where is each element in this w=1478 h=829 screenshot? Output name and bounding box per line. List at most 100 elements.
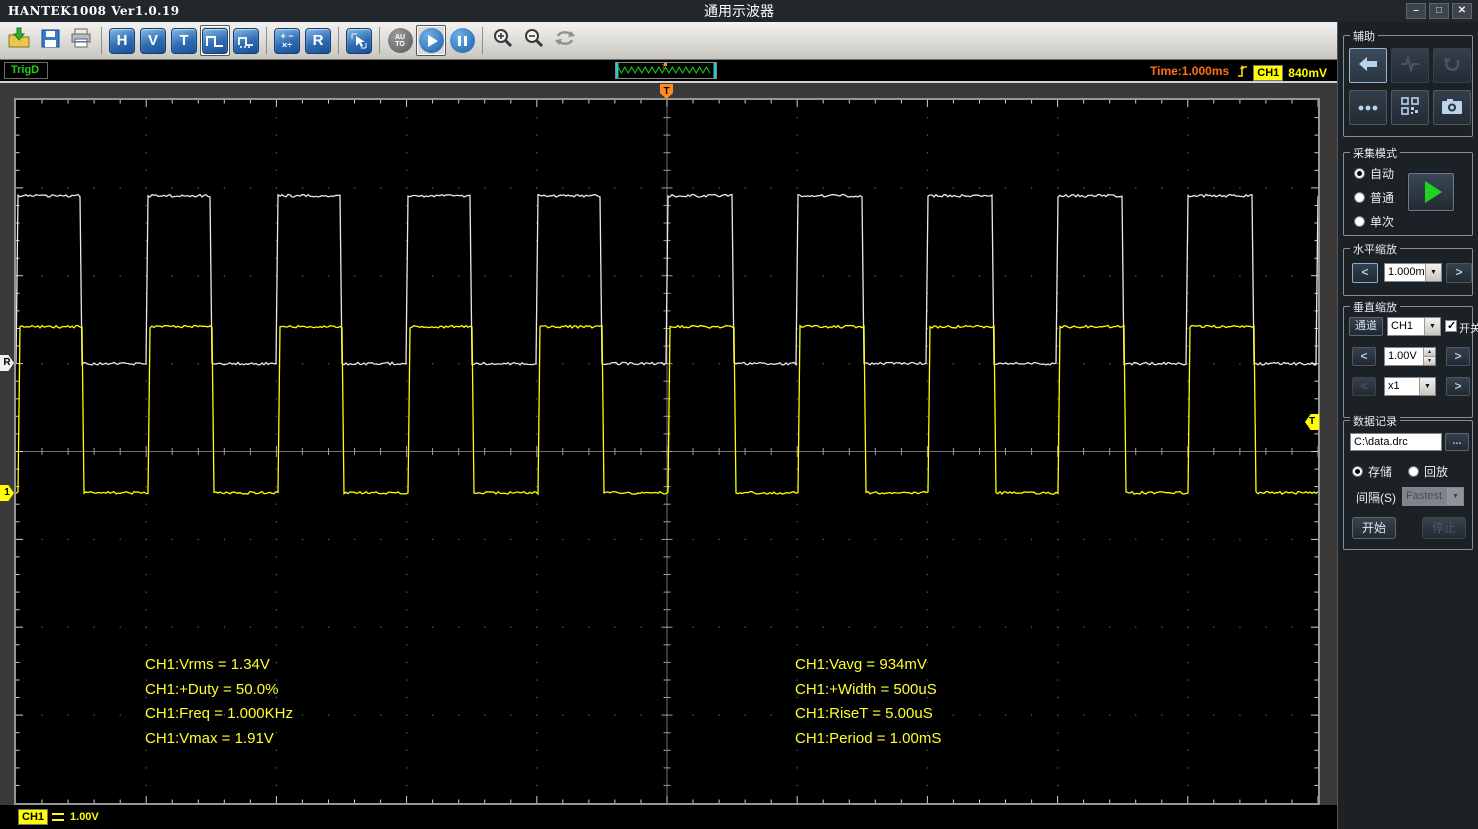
record-start-button[interactable]: 开始	[1352, 517, 1396, 539]
vmult-increase-button[interactable]: >	[1446, 377, 1470, 396]
pulse-view-button[interactable]	[1391, 48, 1429, 83]
data-record-label: 数据记录	[1350, 413, 1400, 429]
channel-select[interactable]: CH1 ▼	[1387, 317, 1441, 336]
reference-button[interactable]: R	[303, 25, 333, 56]
waveform-mode-button[interactable]	[200, 25, 230, 56]
horizontal-zoom-group: 水平缩放 < 1.000ms ▼ >	[1343, 241, 1473, 296]
qr-code-button[interactable]	[1391, 90, 1429, 125]
vscale-decrease-button[interactable]: <	[1352, 347, 1376, 366]
horizontal-settings-button[interactable]: H	[107, 25, 137, 56]
auto-setup-button[interactable]: AU TO	[385, 25, 415, 56]
trigger-time-marker[interactable]: T	[660, 84, 673, 99]
timebase-readout: Time:1.000ms	[1150, 64, 1230, 78]
open-file-button[interactable]	[4, 25, 34, 56]
measurement-vrms: CH1:Vrms = 1.34V	[145, 656, 270, 673]
maximize-button[interactable]: □	[1429, 3, 1449, 19]
vscale-increase-button[interactable]: >	[1446, 347, 1470, 366]
radio-single[interactable]: 单次	[1354, 213, 1394, 230]
store-label: 存储	[1368, 465, 1393, 479]
qr-code-icon	[1401, 97, 1419, 118]
interval-label: 间隔(S)	[1356, 491, 1396, 505]
open-folder-icon	[7, 27, 31, 54]
title-bar: HANTEK1008 Ver1.0.19 通用示波器 – □ ✕	[0, 0, 1478, 22]
probe-mult-value: x1	[1388, 380, 1400, 392]
preview-waveform: T	[616, 63, 716, 78]
v-icon: V	[140, 27, 166, 54]
toolbar-separator	[482, 27, 483, 54]
channel-status-strip: CH1 1.00V	[0, 805, 1337, 829]
vertical-settings-button[interactable]: V	[138, 25, 168, 56]
vmult-decrease-button[interactable]: <	[1352, 377, 1376, 396]
pause-button[interactable]	[447, 25, 477, 56]
ellipsis-icon	[1357, 101, 1379, 115]
trigger-position-preview[interactable]: T	[615, 62, 717, 79]
cursor-measure-button[interactable]	[344, 25, 374, 56]
channel-switch-checkbox[interactable]	[1445, 319, 1457, 332]
more-options-button[interactable]	[1349, 90, 1387, 125]
interval-select[interactable]: Fastest ▼	[1402, 487, 1464, 506]
chevron-down-icon[interactable]: ▼	[1419, 378, 1435, 395]
channel1-position-marker[interactable]: 1	[0, 485, 14, 501]
data-record-group: 数据记录 C:\data.drc ... 存储 回放 间隔(S) Fastest…	[1343, 413, 1473, 550]
measurement-period: CH1:Period = 1.00mS	[795, 729, 942, 747]
horizontal-zoom-label: 水平缩放	[1350, 241, 1400, 257]
save-button[interactable]	[35, 25, 65, 56]
refresh-arrows-icon	[553, 28, 577, 53]
channel1-badge[interactable]: CH1	[18, 809, 49, 825]
spin-down-icon[interactable]: ▼	[1424, 356, 1435, 365]
zoom-out-button[interactable]	[519, 25, 549, 56]
h-icon: H	[109, 27, 135, 54]
radio-auto[interactable]: 自动	[1354, 165, 1394, 182]
back-arrow-icon	[1358, 56, 1378, 75]
trigger-settings-button[interactable]: T	[169, 25, 199, 56]
square-wave-icon	[202, 27, 228, 54]
hzoom-decrease-button[interactable]: <	[1352, 263, 1378, 283]
probe-mult-select[interactable]: x1 ▼	[1384, 377, 1436, 396]
radio-single-label: 单次	[1370, 215, 1395, 229]
back-button[interactable]	[1349, 48, 1387, 83]
vertical-zoom-label: 垂直缩放	[1350, 299, 1400, 315]
auto-icon-line2: TO	[395, 40, 405, 48]
reference-position-marker[interactable]: R	[0, 355, 14, 371]
run-button[interactable]	[416, 25, 446, 56]
radio-normal[interactable]: 普通	[1354, 189, 1394, 206]
measurement-vmax: CH1:Vmax = 1.91V	[145, 729, 274, 747]
control-panel: 辅助 采集模式 自动 普通 单次 水平缩放 < 1.000m ▼ > 垂直缩放 …	[1337, 22, 1478, 829]
chevron-down-icon[interactable]: ▼	[1424, 318, 1440, 335]
r-icon: R	[305, 27, 331, 54]
waveform-measure-button[interactable]	[231, 25, 261, 56]
undo-button[interactable]	[1433, 48, 1471, 83]
record-stop-button[interactable]: 停止	[1422, 517, 1466, 539]
spin-up-icon[interactable]: ▲	[1424, 348, 1435, 356]
hzoom-increase-button[interactable]: >	[1446, 263, 1472, 283]
app-title: 通用示波器	[704, 3, 774, 19]
print-button[interactable]	[66, 25, 96, 56]
refresh-button[interactable]	[550, 25, 580, 56]
chevron-down-icon[interactable]: ▼	[1425, 264, 1441, 281]
close-button[interactable]: ✕	[1452, 3, 1472, 19]
browse-button[interactable]: ...	[1445, 433, 1469, 451]
save-floppy-icon	[39, 27, 61, 54]
channel-button[interactable]: 通道	[1349, 317, 1383, 336]
acquire-mode-label: 采集模式	[1350, 145, 1400, 161]
timebase-select[interactable]: 1.000ms ▼	[1384, 263, 1442, 282]
zoom-in-button[interactable]	[488, 25, 518, 56]
app-window: HANTEK1008 Ver1.0.19 通用示波器 – □ ✕ H V T +…	[0, 0, 1478, 829]
aux-group-label: 辅助	[1350, 28, 1378, 44]
volts-per-div-spinner[interactable]: 1.00V ▲ ▼	[1384, 347, 1436, 366]
zoom-out-icon	[523, 27, 545, 54]
acquire-run-button[interactable]	[1408, 173, 1454, 211]
radio-dot	[1408, 466, 1419, 477]
radio-store[interactable]: 存储	[1352, 463, 1392, 480]
radio-replay[interactable]: 回放	[1408, 463, 1448, 480]
measurement-width: CH1:+Width = 500uS	[795, 680, 937, 698]
screenshot-button[interactable]	[1433, 90, 1471, 125]
measurement-riset: CH1:RiseT = 5.00uS	[795, 705, 933, 723]
measurement-freq: CH1:Freq = 1.000KHz	[145, 705, 293, 723]
record-path-input[interactable]: C:\data.drc	[1350, 433, 1442, 451]
toolbar-separator	[379, 27, 380, 54]
minimize-button[interactable]: –	[1406, 3, 1426, 19]
play-icon	[418, 28, 444, 53]
math-button[interactable]	[272, 25, 302, 56]
camera-icon	[1441, 98, 1463, 118]
